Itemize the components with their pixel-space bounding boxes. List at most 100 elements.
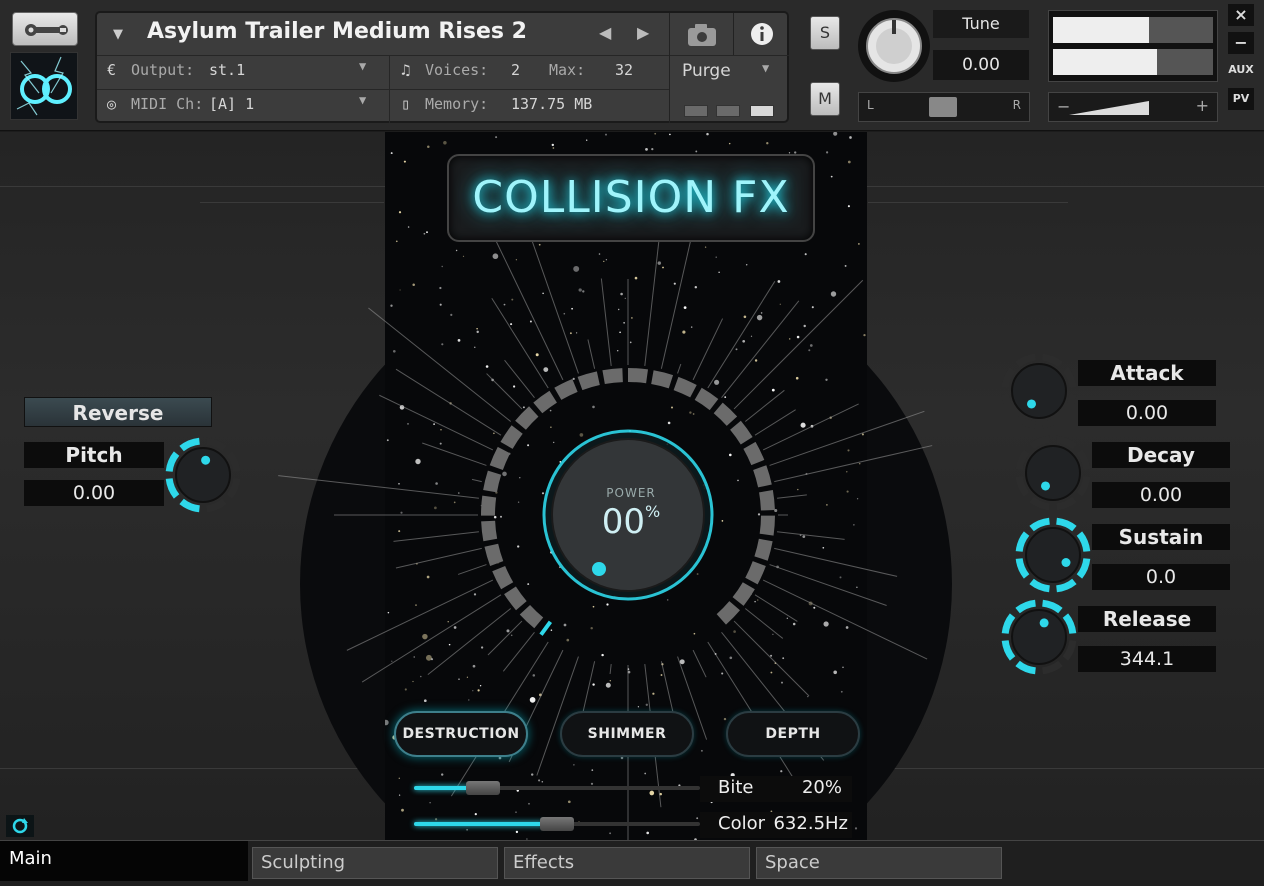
- power-value: 00: [601, 502, 646, 542]
- instrument-header: ▼ Asylum Trailer Medium Rises 2 ◀ ▶ € Ou…: [0, 0, 1264, 131]
- tune-value[interactable]: 0.00: [933, 50, 1029, 80]
- output-dropdown-icon[interactable]: ▼: [359, 59, 366, 73]
- bite-slider-thumb[interactable]: [466, 781, 500, 795]
- level-meter: [1048, 10, 1218, 82]
- instrument-dropdown-icon[interactable]: ▼: [113, 27, 123, 42]
- wrench-icon: [25, 24, 68, 36]
- bite-readout: Bite 20%: [700, 776, 852, 802]
- meter-bar-left-bg: [1149, 17, 1213, 43]
- plugin-title: COLLISION FX: [472, 172, 790, 223]
- plugin-main-panel: COLLISION FX POWER 00% Reverse Pitch 0.0…: [0, 132, 1264, 886]
- depth-button[interactable]: DEPTH: [726, 711, 860, 757]
- shimmer-button[interactable]: SHIMMER: [560, 711, 694, 757]
- tab-main[interactable]: Main: [0, 841, 248, 881]
- meter-bar-right-bg: [1157, 49, 1213, 75]
- output-value[interactable]: st.1: [209, 61, 245, 79]
- instrument-info-panel: ▼ Asylum Trailer Medium Rises 2 ◀ ▶ € Ou…: [95, 11, 789, 123]
- instrument-logo: [10, 52, 78, 120]
- attack-label: Attack: [1078, 360, 1216, 386]
- decay-knob[interactable]: [1010, 430, 1096, 516]
- voices-icon: ♫: [401, 61, 411, 79]
- purge-led: [750, 105, 774, 117]
- purge-led: [684, 105, 708, 117]
- mute-button[interactable]: M: [810, 82, 840, 116]
- attack-knob[interactable]: [996, 348, 1082, 434]
- sustain-knob[interactable]: [1010, 512, 1096, 598]
- meter-bar-left: [1053, 17, 1149, 43]
- color-readout: Color 632.5Hz: [700, 812, 852, 838]
- tab-sculpting[interactable]: Sculpting: [252, 847, 498, 879]
- power-readout: 00%: [551, 502, 711, 542]
- midi-dropdown-icon[interactable]: ▼: [359, 93, 366, 107]
- row-divider: [97, 89, 669, 90]
- info-icon: [751, 23, 773, 45]
- bite-slider-fill: [414, 786, 470, 790]
- pitch-label: Pitch: [24, 442, 164, 468]
- sustain-value[interactable]: 0.0: [1092, 564, 1230, 590]
- tune-label: Tune: [933, 10, 1029, 38]
- bottom-tab-bar: Main Sculpting Effects Space: [0, 840, 1264, 886]
- max-voices-value[interactable]: 32: [615, 61, 633, 79]
- release-knob[interactable]: [996, 594, 1082, 680]
- destruction-button[interactable]: DESTRUCTION: [394, 711, 528, 757]
- midi-icon: ◎: [107, 95, 117, 113]
- tune-knob[interactable]: [858, 10, 930, 82]
- memory-label: Memory:: [425, 95, 489, 113]
- purge-dropdown-icon[interactable]: ▼: [762, 61, 769, 75]
- pan-right-label: R: [1012, 98, 1021, 112]
- info-button[interactable]: [733, 13, 789, 55]
- wrench-button[interactable]: [12, 12, 78, 46]
- pitch-knob[interactable]: [160, 432, 246, 518]
- color-slider-fill: [414, 822, 544, 826]
- output-label: Output:: [131, 61, 195, 79]
- bite-label: Bite: [718, 777, 754, 798]
- decay-label: Decay: [1092, 442, 1230, 468]
- title-plate: COLLISION FX: [447, 154, 815, 242]
- purge-led: [716, 105, 740, 117]
- color-value[interactable]: 632.5Hz: [773, 813, 848, 834]
- column-divider: [389, 55, 390, 123]
- sustain-label: Sustain: [1092, 524, 1230, 550]
- color-label: Color: [718, 813, 765, 834]
- sync-icon[interactable]: [6, 815, 34, 837]
- reverse-button[interactable]: Reverse: [24, 397, 212, 427]
- purge-button[interactable]: Purge: [682, 61, 731, 81]
- release-value[interactable]: 344.1: [1078, 646, 1216, 672]
- purge-section: Purge ▼: [669, 55, 789, 123]
- minimize-button[interactable]: −: [1228, 32, 1254, 54]
- tab-effects[interactable]: Effects: [504, 847, 750, 879]
- attack-value[interactable]: 0.00: [1078, 400, 1216, 426]
- release-label: Release: [1078, 606, 1216, 632]
- midi-label: MIDI Ch:: [131, 95, 204, 113]
- volume-slider[interactable]: − +: [1048, 92, 1218, 122]
- voices-label: Voices:: [425, 61, 489, 79]
- memory-icon: ▯: [401, 95, 411, 113]
- power-label: POWER: [606, 486, 656, 500]
- close-button[interactable]: ×: [1228, 4, 1254, 26]
- pan-slider[interactable]: L R: [858, 92, 1030, 122]
- prev-instrument-icon[interactable]: ◀: [599, 23, 611, 42]
- midi-value[interactable]: [A] 1: [209, 95, 254, 113]
- pitch-value[interactable]: 0.00: [24, 480, 164, 506]
- power-unit: %: [645, 502, 661, 521]
- memory-value: 137.75 MB: [511, 95, 593, 113]
- lightning-logo-icon: [16, 56, 72, 116]
- instrument-name[interactable]: Asylum Trailer Medium Rises 2: [147, 19, 527, 44]
- bite-value[interactable]: 20%: [802, 777, 842, 798]
- decay-value[interactable]: 0.00: [1092, 482, 1230, 508]
- aux-button[interactable]: AUX: [1228, 60, 1254, 80]
- camera-icon: [688, 24, 716, 46]
- tab-space[interactable]: Space: [756, 847, 1002, 879]
- pv-button[interactable]: PV: [1228, 88, 1254, 110]
- pan-left-label: L: [867, 98, 874, 112]
- meter-bar-right: [1053, 49, 1157, 75]
- max-label: Max:: [549, 61, 586, 79]
- output-icon: €: [107, 61, 117, 79]
- voices-value: 2: [511, 61, 521, 79]
- snapshot-button[interactable]: [669, 13, 733, 55]
- next-instrument-icon[interactable]: ▶: [637, 23, 649, 42]
- volume-ramp-icon: [1069, 101, 1149, 115]
- color-slider-thumb[interactable]: [540, 817, 574, 831]
- solo-button[interactable]: S: [810, 16, 840, 50]
- pan-slider-thumb[interactable]: [929, 97, 957, 117]
